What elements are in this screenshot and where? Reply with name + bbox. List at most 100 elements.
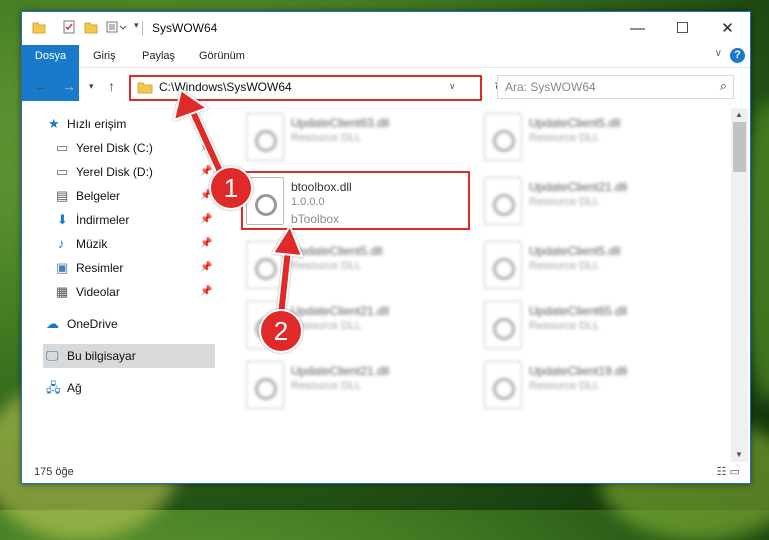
drive-icon: ▭ xyxy=(56,164,69,179)
pin-icon[interactable]: 📌 xyxy=(200,208,212,232)
customize-toolbar-icon[interactable] xyxy=(106,20,130,36)
nav-label: Belgeler xyxy=(76,189,121,203)
nav-item-videos[interactable]: ▦ Videolar 📌 xyxy=(22,280,215,304)
step-badge-1: 1 xyxy=(209,166,253,210)
tab-share[interactable]: Paylaş xyxy=(142,45,175,67)
dll-file-icon xyxy=(484,241,522,289)
file-type: Resource DLL xyxy=(291,132,362,144)
nav-item-pictures[interactable]: ▣ Resimler 📌 xyxy=(22,256,215,280)
nav-label: Videolar xyxy=(76,285,120,299)
file-name: UpdateClient5.dll xyxy=(529,116,621,130)
nav-label: Yerel Disk (C:) xyxy=(76,141,153,155)
back-arrow-icon[interactable]: ← xyxy=(34,78,48,94)
dll-file-icon xyxy=(484,177,522,225)
pin-icon[interactable]: 📌 xyxy=(200,280,212,304)
list-item[interactable]: UpdateClient65.dll Resource DLL xyxy=(482,298,712,354)
new-folder-icon[interactable] xyxy=(84,20,98,36)
large-icons-view-icon[interactable]: ▭ xyxy=(730,466,740,478)
documents-icon: ▤ xyxy=(56,188,69,203)
nav-item-documents[interactable]: ▤ Belgeler 📌 xyxy=(22,184,215,208)
nav-item-downloads[interactable]: ⬇ İndirmeler 📌 xyxy=(22,208,215,232)
dll-file-icon xyxy=(246,113,284,161)
scroll-down-icon[interactable]: ▼ xyxy=(735,450,743,459)
file-name: UpdateClient21.dll xyxy=(291,304,390,318)
search-icon[interactable]: ⌕ xyxy=(720,78,727,94)
properties-icon[interactable] xyxy=(62,20,76,36)
nav-quick-access[interactable]: ★ Hızlı erişim xyxy=(22,112,215,136)
qa-dropdown-icon[interactable]: ▾ xyxy=(134,20,139,36)
view-toggle[interactable]: ☷ ▭ xyxy=(717,465,740,478)
file-name: UpdateClient21.dll xyxy=(291,364,390,378)
list-item[interactable]: UpdateClient5.dll Resource DLL xyxy=(482,110,712,166)
help-icon[interactable]: ? xyxy=(730,48,745,63)
network-icon: 🖧 xyxy=(46,380,61,395)
ribbon-tabs: Dosya Giriş Paylaş Görünüm ∨ ? xyxy=(22,45,750,101)
forward-arrow-icon[interactable]: → xyxy=(62,78,76,94)
file-type: Resource DLL xyxy=(529,196,600,208)
pin-icon[interactable]: 📌 xyxy=(200,136,212,160)
address-row: ← → ▾ ↑ C:\Windows\SysWOW64 ∨ ↻ Ara: Sys… xyxy=(22,68,750,104)
nav-item-local-disk-c[interactable]: ▭ Yerel Disk (C:) 📌 xyxy=(22,136,215,160)
dll-file-icon xyxy=(484,113,522,161)
nav-network[interactable]: 🖧 Ağ xyxy=(22,376,215,400)
pin-icon[interactable]: 📌 xyxy=(200,232,212,256)
file-name: UpdateClient19.dll xyxy=(529,364,628,378)
scroll-thumb[interactable] xyxy=(733,122,746,172)
list-item[interactable]: UpdateClient21.dll Resource DLL xyxy=(482,174,712,230)
nav-onedrive[interactable]: ☁ OneDrive xyxy=(22,312,215,336)
title-separator xyxy=(142,21,143,36)
list-item[interactable]: UpdateClient19.dll Resource DLL xyxy=(482,358,712,414)
file-type: Resource DLL xyxy=(291,380,362,392)
selected-file-highlight xyxy=(241,171,470,230)
details-view-icon[interactable]: ☷ xyxy=(717,466,727,478)
file-name: UpdateClient5.dll xyxy=(291,244,383,258)
computer-icon: 🖵 xyxy=(46,348,59,363)
tab-view[interactable]: Görünüm xyxy=(199,45,245,67)
videos-icon: ▦ xyxy=(56,284,69,299)
file-name: UpdateClient63.dll xyxy=(291,116,390,130)
ribbon-expand-icon[interactable]: ∨ xyxy=(715,48,722,59)
minimize-button[interactable]: — xyxy=(615,12,660,45)
nav-label: Bu bilgisayar xyxy=(67,349,136,363)
dll-file-icon xyxy=(246,241,284,289)
folder-icon xyxy=(32,20,46,36)
pin-icon[interactable]: 📌 xyxy=(200,256,212,280)
file-type: Resource DLL xyxy=(529,380,600,392)
navigation-pane: ★ Hızlı erişim ▭ Yerel Disk (C:) 📌 ▭ Yer… xyxy=(22,108,215,462)
window-title: SysWOW64 xyxy=(152,21,218,35)
file-list: UpdateClient63.dll Resource DLL btoolbox… xyxy=(222,108,730,458)
list-item[interactable]: UpdateClient5.dll Resource DLL xyxy=(482,238,712,294)
file-type: Resource DLL xyxy=(291,260,362,272)
step-badge-2: 2 xyxy=(259,309,303,353)
tab-home[interactable]: Giriş xyxy=(93,45,116,67)
scroll-up-icon[interactable]: ▲ xyxy=(735,110,743,119)
nav-label: Hızlı erişim xyxy=(67,117,127,131)
nav-item-music[interactable]: ♪ Müzik 📌 xyxy=(22,232,215,256)
file-type: Resource DLL xyxy=(529,132,600,144)
nav-label: Ağ xyxy=(67,381,82,395)
nav-item-local-disk-d[interactable]: ▭ Yerel Disk (D:) 📌 xyxy=(22,160,215,184)
nav-label: İndirmeler xyxy=(76,213,130,227)
search-box[interactable]: Ara: SysWOW64 ⌕ xyxy=(497,75,734,99)
item-count: 175 öğe xyxy=(34,466,74,478)
address-path: C:\Windows\SysWOW64 xyxy=(159,80,292,94)
title-bar: ▾ SysWOW64 — ☐ ✕ xyxy=(22,12,750,45)
maximize-button[interactable]: ☐ xyxy=(660,12,705,45)
folder-icon xyxy=(137,80,153,97)
list-item[interactable]: UpdateClient5.dll Resource DLL xyxy=(244,238,474,294)
dll-file-icon xyxy=(484,361,522,409)
pictures-icon: ▣ xyxy=(56,260,69,275)
up-arrow-icon[interactable]: ↑ xyxy=(108,78,115,94)
close-button[interactable]: ✕ xyxy=(705,12,750,45)
list-item[interactable]: UpdateClient63.dll Resource DLL xyxy=(244,110,474,166)
vertical-scrollbar[interactable]: ▲ ▼ xyxy=(731,108,748,462)
recent-locations-icon[interactable]: ▾ xyxy=(89,81,94,92)
file-type: Resource DLL xyxy=(529,320,600,332)
dll-file-icon xyxy=(484,301,522,349)
list-item[interactable]: UpdateClient21.dll Resource DLL xyxy=(244,358,474,414)
address-dropdown-icon[interactable]: ∨ xyxy=(449,81,456,92)
dll-file-icon xyxy=(246,361,284,409)
music-icon: ♪ xyxy=(58,236,65,251)
nav-this-pc[interactable]: 🖵 Bu bilgisayar xyxy=(43,344,215,368)
address-bar[interactable]: C:\Windows\SysWOW64 ∨ ↻ xyxy=(129,75,506,101)
